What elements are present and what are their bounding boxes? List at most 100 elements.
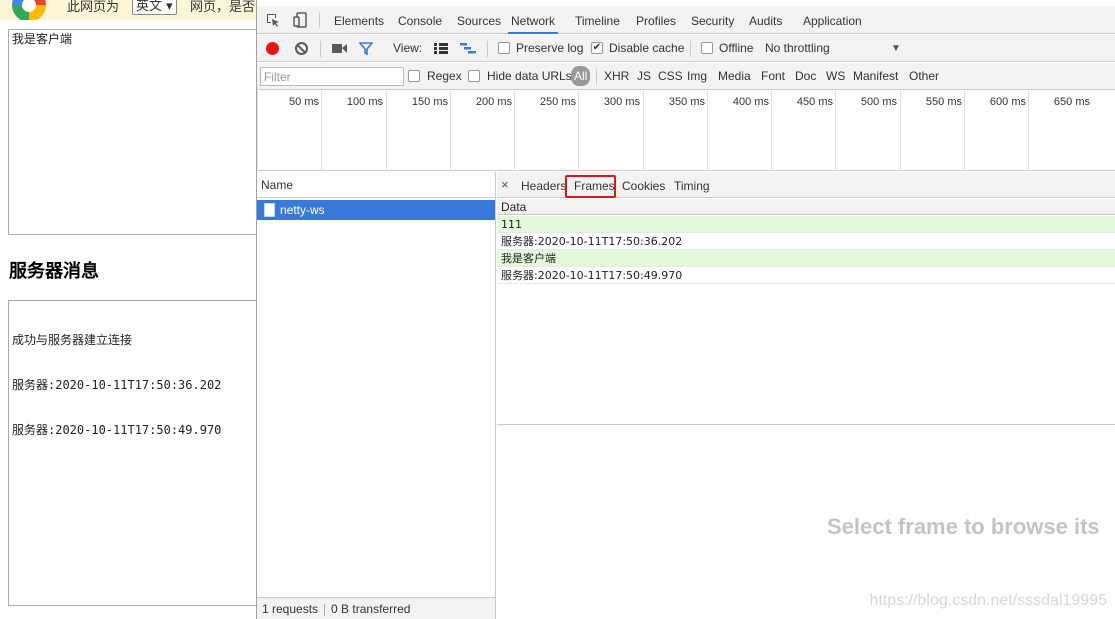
tab-elements[interactable]: Elements [334,6,384,34]
clear-icon[interactable] [295,42,308,55]
translate-bar: 此网页为 英文 ▾ 网页，是否 [0,0,256,20]
devtools-tabbar: Elements Console Sources Network Timelin… [257,6,1115,34]
tab-sources[interactable]: Sources [457,6,501,34]
toolbar-divider [487,41,488,57]
tab-security[interactable]: Security [691,6,734,34]
view-label: View: [393,41,423,55]
filter-type-ws[interactable]: WS [825,66,846,86]
filter-type-img[interactable]: Img [686,66,708,86]
tab-console[interactable]: Console [398,6,442,34]
waterfall-overview-icon[interactable] [457,35,479,62]
filter-type-manifest[interactable]: Manifest [852,66,899,86]
filter-icon[interactable] [355,35,377,62]
server-log-line: 成功与服务器建立连接 [12,333,133,347]
filter-type-css[interactable]: CSS [657,66,684,86]
throttling-dropdown-arrow-icon[interactable]: ▼ [891,35,901,62]
timeline-tick-label: 250 ms [539,96,576,108]
timeline-tick-label: 550 ms [925,96,962,108]
timeline-tick-label: 650 ms [1053,96,1090,108]
tab-cookies[interactable]: Cookies [622,172,665,198]
tab-network[interactable]: Network [508,6,559,34]
document-icon [264,203,275,217]
throttling-select[interactable]: No throttling [765,35,830,62]
timeline-gridline [321,91,322,171]
filter-type-doc[interactable]: Doc [794,66,817,86]
timeline-gridline [257,91,258,171]
frame-preview-divider[interactable] [497,424,1115,425]
filter-type-xhr[interactable]: XHR [603,66,630,86]
hide-data-urls-checkbox[interactable] [468,70,480,82]
timeline-gridline [964,91,965,171]
large-rows-icon[interactable] [430,35,452,62]
tab-timeline[interactable]: Timeline [575,6,620,34]
tab-timing[interactable]: Timing [674,172,710,198]
regex-checkbox[interactable] [408,70,420,82]
disable-cache-checkbox[interactable]: ✔ [591,42,603,54]
server-messages-heading: 服务器消息 [9,261,99,282]
translate-bar-text: 此网页为 [67,0,120,15]
timeline-tick-label: 100 ms [346,96,383,108]
timeline-gridline [835,91,836,171]
transferred-size: 0 B transferred [331,602,411,616]
chrome-logo-icon [12,0,46,20]
filter-type-media[interactable]: Media [717,66,752,86]
client-message-textarea[interactable]: 我是客户端 [8,29,256,235]
name-column-header[interactable]: Name [257,172,495,198]
timeline-tick-label: 400 ms [732,96,769,108]
timeline-gridline [643,91,644,171]
offline-checkbox[interactable] [701,42,713,54]
disable-cache-label: Disable cache [609,41,685,55]
tab-profiles[interactable]: Profiles [636,6,676,34]
frame-row[interactable]: 我是客户端 [497,250,1115,267]
filter-input[interactable] [260,67,404,86]
filter-type-other[interactable]: Other [908,66,940,86]
frame-row[interactable]: 服务器:2020-10-11T17:50:49.970 [497,267,1115,284]
record-icon[interactable] [266,42,279,55]
tab-audits[interactable]: Audits [749,6,782,34]
timeline-gridline [771,91,772,171]
preserve-log-checkbox[interactable] [498,42,510,54]
request-detail-pane: × Headers Frames Cookies Timing Data 111… [497,172,1115,619]
regex-label: Regex [427,69,462,83]
filter-type-all[interactable]: All [571,66,591,86]
timeline-tick-label: 350 ms [668,96,705,108]
request-count: 1 requests [262,602,319,616]
filter-type-font[interactable]: Font [760,66,786,86]
offline-label: Offline [719,41,754,55]
data-column-header[interactable]: Data [497,199,1115,215]
device-mode-icon[interactable] [289,6,311,34]
frame-row[interactable]: 服务器:2020-10-11T17:50:36.202 [497,233,1115,250]
devtools-panel: Elements Console Sources Network Timelin… [256,0,1115,619]
timeline-gridline [900,91,901,171]
timeline-overview[interactable]: 50 ms 100 ms 150 ms 200 ms 250 ms 300 ms… [257,91,1115,171]
timeline-tick-label: 600 ms [989,96,1026,108]
watermark: https://blog.csdn.net/sssdal19995 [869,592,1108,609]
timeline-tick-label: 200 ms [475,96,512,108]
capture-screenshots-icon[interactable] [328,35,350,62]
timeline-gridline [578,91,579,171]
close-detail-icon[interactable]: × [501,172,509,198]
network-toolbar: View: Preserve log ✔ Disable cache Offli… [257,35,1115,62]
timeline-tick-label: 150 ms [411,96,448,108]
preserve-log-label: Preserve log [516,41,584,55]
request-list: Name netty-ws 1 requests 0 B transferred [257,172,496,619]
frame-row[interactable]: 111 [497,216,1115,233]
frames-highlight-box [565,175,616,198]
timeline-tick-label: 300 ms [603,96,640,108]
tab-application[interactable]: Application [803,6,862,34]
timeline-gridline [707,91,708,171]
tab-headers[interactable]: Headers [521,172,566,198]
frame-preview-placeholder: Select frame to browse its [827,514,1100,539]
filter-divider [596,69,597,85]
inspect-element-icon[interactable] [262,6,284,34]
timeline-gridline [386,91,387,171]
translate-bar-text-2: 网页，是否 [190,0,256,15]
server-messages-textarea[interactable]: 成功与服务器建立连接 服务器:2020-10-11T17:50:36.202 服… [8,300,256,606]
request-row[interactable]: netty-ws [257,200,495,220]
server-log-line: 服务器:2020-10-11T17:50:49.970 [12,423,222,437]
filter-type-js[interactable]: JS [636,66,652,86]
detail-tabbar: × Headers Frames Cookies Timing [497,172,1115,198]
timeline-tick-label: 500 ms [860,96,897,108]
language-select[interactable]: 英文 ▾ [132,0,177,15]
timeline-tick-label: 50 ms [289,96,319,108]
